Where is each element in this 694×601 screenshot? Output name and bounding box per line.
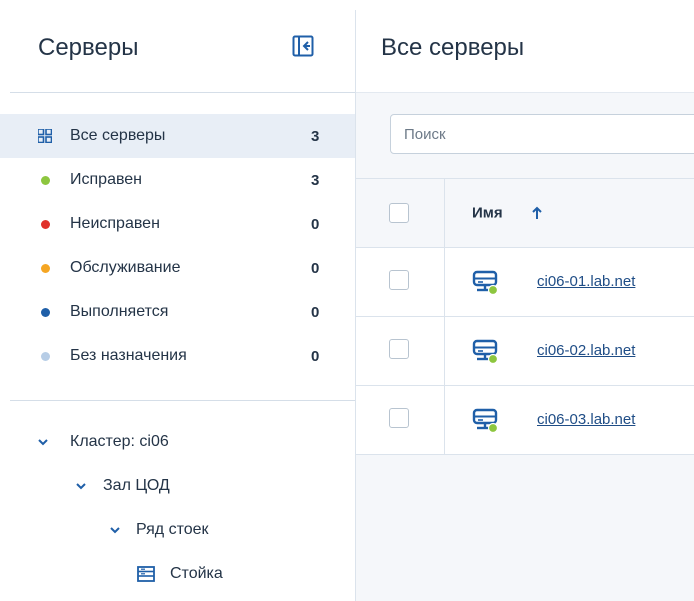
tree-item-rack-row[interactable]: Ряд стоек	[0, 508, 355, 552]
status-item-count: 0	[311, 303, 320, 321]
status-dot-icon	[38, 173, 52, 187]
main-content: Все серверы Имя ci06-01.lab.net	[356, 0, 694, 601]
location-tree: Кластер: ci06 Зал ЦОД Ряд стоек Стойка	[0, 420, 355, 596]
tree-item-datacenter-hall[interactable]: Зал ЦОД	[0, 464, 355, 508]
status-dot-icon	[38, 217, 52, 231]
grid-icon	[38, 129, 52, 143]
column-separator	[444, 317, 445, 385]
status-item-unassigned[interactable]: Без назначения 0	[0, 334, 355, 378]
status-item-count: 0	[311, 215, 320, 233]
row-checkbox[interactable]	[389, 270, 409, 290]
rack-icon	[137, 566, 155, 582]
server-name-link[interactable]: ci06-02.lab.net	[537, 342, 635, 359]
table-row[interactable]: ci06-01.lab.net	[356, 248, 694, 317]
main-header: Все серверы	[356, 0, 694, 92]
status-filter-list: Все серверы 3 Исправен 3 Неисправен 0 Об…	[0, 114, 355, 378]
tree-item-label: Кластер: ci06	[70, 433, 169, 450]
status-item-count: 3	[311, 127, 320, 145]
status-item-count: 0	[311, 259, 320, 277]
row-checkbox[interactable]	[389, 339, 409, 359]
page-title: Все серверы	[381, 34, 525, 61]
column-separator	[444, 179, 445, 247]
status-item-maintenance[interactable]: Обслуживание 0	[0, 246, 355, 290]
server-name-link[interactable]: ci06-01.lab.net	[537, 273, 635, 290]
tree-item-label: Ряд стоек	[136, 521, 209, 538]
sort-ascending-icon[interactable]	[531, 206, 543, 220]
status-dot-icon	[38, 261, 52, 275]
status-item-label: Выполняется	[70, 303, 169, 320]
server-name-link[interactable]: ci06-03.lab.net	[537, 411, 635, 428]
status-item-label: Все серверы	[70, 127, 166, 144]
sidebar-divider-top	[10, 92, 355, 93]
sidebar-header: Серверы	[0, 0, 355, 92]
table-row[interactable]: ci06-03.lab.net	[356, 386, 694, 455]
status-item-in-progress[interactable]: Выполняется 0	[0, 290, 355, 334]
tree-item-label: Стойка	[170, 565, 223, 582]
sidebar-title: Серверы	[38, 34, 139, 61]
column-separator	[444, 386, 445, 454]
status-item-faulty[interactable]: Неисправен 0	[0, 202, 355, 246]
status-item-count: 0	[311, 347, 320, 365]
status-item-label: Неисправен	[70, 215, 160, 232]
table-row[interactable]: ci06-02.lab.net	[356, 317, 694, 386]
status-item-count: 3	[311, 171, 320, 189]
sidebar-divider-bottom	[10, 400, 355, 401]
row-checkbox[interactable]	[389, 408, 409, 428]
column-header-name[interactable]: Имя	[472, 205, 503, 222]
server-icon	[472, 270, 499, 296]
column-separator	[444, 248, 445, 316]
status-item-label: Без назначения	[70, 347, 187, 364]
chevron-down-icon[interactable]	[109, 524, 121, 536]
sidebar: Серверы Все серверы 3 Исправен 3 Неиспра…	[0, 0, 355, 601]
status-item-label: Исправен	[70, 171, 143, 188]
status-item-healthy[interactable]: Исправен 3	[0, 158, 355, 202]
search-input[interactable]	[402, 125, 686, 144]
status-dot-icon	[38, 305, 52, 319]
table-header-row: Имя	[356, 178, 694, 248]
tree-item-cluster[interactable]: Кластер: ci06	[0, 420, 355, 464]
tree-item-rack[interactable]: Стойка	[0, 552, 355, 596]
chevron-down-icon[interactable]	[75, 480, 87, 492]
status-item-all[interactable]: Все серверы 3	[0, 114, 355, 158]
search-box[interactable]	[390, 114, 694, 154]
status-item-label: Обслуживание	[70, 259, 181, 276]
servers-table: Имя ci06-01.lab.net ci06-02.lab.net ci06…	[356, 178, 694, 455]
main-header-divider	[356, 92, 694, 93]
collapse-sidebar-icon[interactable]	[292, 35, 314, 57]
status-dot-icon	[38, 349, 52, 363]
tree-item-label: Зал ЦОД	[103, 477, 170, 494]
select-all-checkbox[interactable]	[389, 203, 409, 223]
server-icon	[472, 339, 499, 365]
chevron-down-icon[interactable]	[37, 436, 49, 448]
server-icon	[472, 408, 499, 434]
